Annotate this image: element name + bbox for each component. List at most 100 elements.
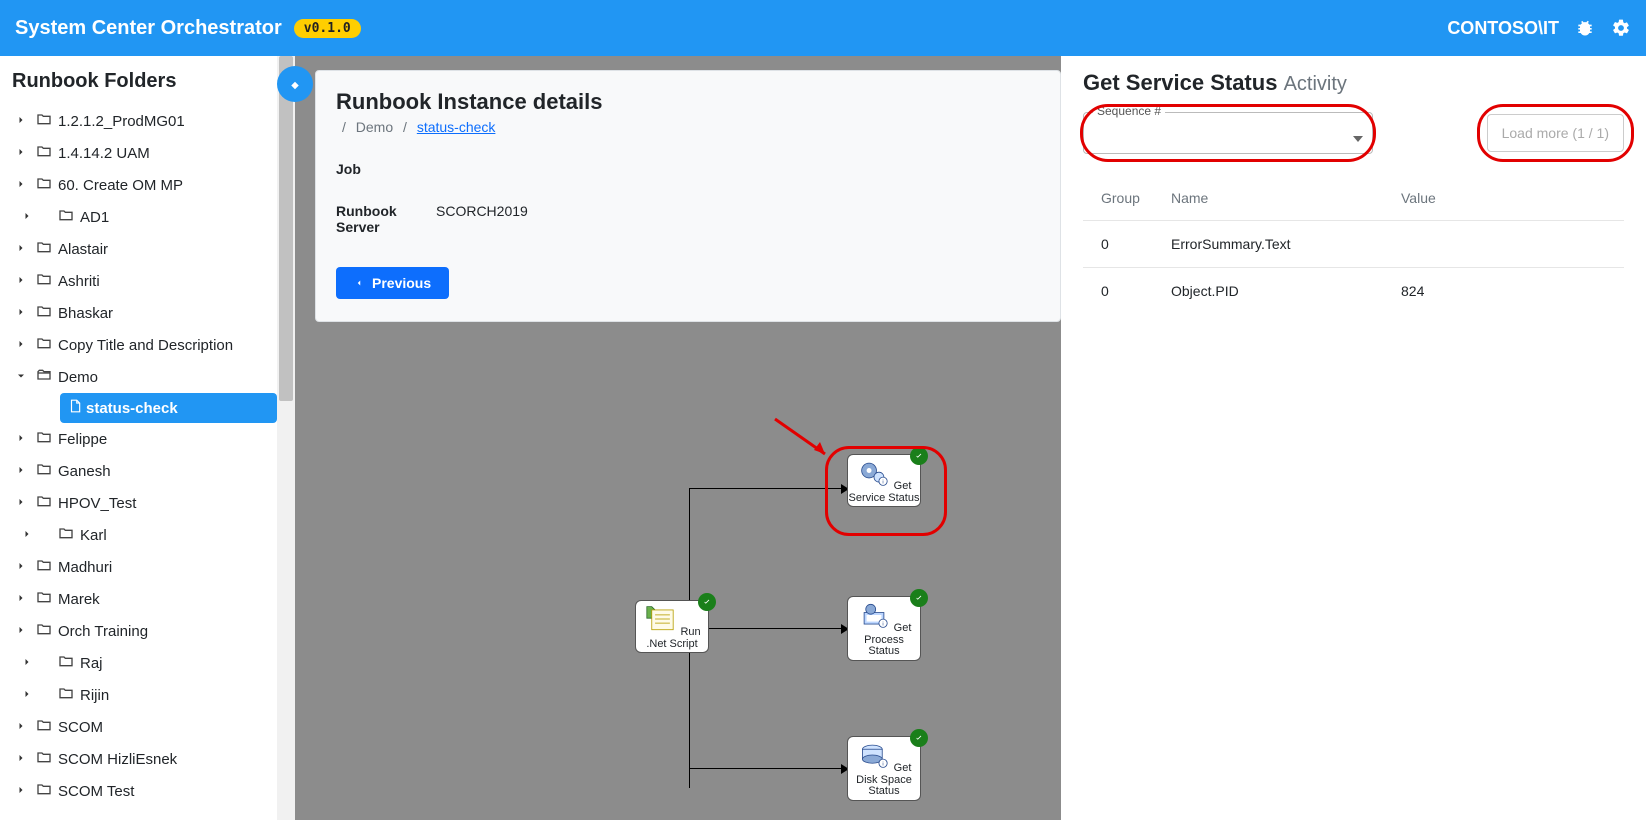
folder-icon [36,239,52,259]
folder-label: SCOM HizliEsnek [58,751,177,768]
folder-label: Ganesh [58,463,111,480]
expand-toggle[interactable] [12,145,30,162]
expand-toggle[interactable] [12,431,30,448]
folder-row[interactable]: Felippe [8,423,277,455]
folder-row[interactable]: AD1 [8,201,277,233]
sequence-select[interactable] [1083,112,1373,154]
folder-row[interactable]: 1.4.14.2 UAM [8,137,277,169]
folder-label: SCOM [58,719,103,736]
success-badge-icon [698,593,716,611]
expand-toggle[interactable] [18,209,36,226]
expand-toggle[interactable] [12,463,30,480]
node-get-service-status[interactable]: i Get Service Status [847,454,921,507]
folder-label: SCOM Test [58,783,134,800]
expand-toggle[interactable] [18,687,36,704]
folder-icon [58,653,74,673]
expand-toggle[interactable] [18,655,36,672]
folder-label: Madhuri [58,559,112,576]
col-group: Group [1083,180,1153,221]
activity-panel-title: Get Service Status Activity [1083,70,1624,96]
folder-icon [36,111,52,131]
table-row: 0Object.PID824 [1083,268,1624,315]
folder-label: Demo [58,369,98,386]
sidebar: Runbook Folders 1.2.1.2_ProdMG01 1.4.14.… [0,56,295,820]
folder-label: Ashriti [58,273,100,290]
folder-row[interactable]: SCOM [8,711,277,743]
folder-row[interactable]: Rijin [8,679,277,711]
gear-icon[interactable] [1611,18,1631,38]
expand-toggle[interactable] [12,241,30,258]
expand-toggle[interactable] [18,527,36,544]
previous-button[interactable]: Previous [336,267,449,299]
folder-icon [36,621,52,641]
runbook-server-label: Runbook Server [336,203,436,235]
folder-icon [36,461,52,481]
expand-toggle[interactable] [12,337,30,354]
expand-toggle[interactable] [12,305,30,322]
file-item-status-check[interactable]: status-check [60,393,277,423]
folder-label: AD1 [80,209,109,226]
node-run-net-script[interactable]: Run .Net Script [635,600,709,653]
expand-toggle[interactable] [12,177,30,194]
table-row: 0ErrorSummary.Text [1083,221,1624,268]
folder-row[interactable]: Ashriti [8,265,277,297]
job-label: Job [336,161,1040,177]
folder-row[interactable]: Raj [8,647,277,679]
folder-row[interactable]: Madhuri [8,551,277,583]
svg-text:i: i [882,480,883,486]
file-icon [68,398,82,418]
folder-label: HPOV_Test [58,495,136,512]
expand-toggle[interactable] [12,113,30,130]
caret-left-icon [354,278,364,288]
gears-info-icon: i [857,459,891,487]
expand-toggle[interactable] [12,559,30,576]
folder-icon [58,207,74,227]
folder-label: Raj [80,655,103,672]
col-name: Name [1153,180,1383,221]
expand-toggle[interactable] [12,751,30,768]
sidebar-toggle-fab[interactable] [277,66,313,102]
sidebar-scrollbar[interactable] [277,56,295,820]
folder-icon [36,303,52,323]
app-header: System Center Orchestrator v0.1.0 CONTOS… [0,0,1646,56]
load-more-button[interactable]: Load more (1 / 1) [1487,114,1624,152]
breadcrumb: / Demo / status-check [336,119,1040,135]
folder-row[interactable]: Alastair [8,233,277,265]
folder-label: Alastair [58,241,108,258]
expand-toggle[interactable] [12,719,30,736]
node-get-disk-space-status[interactable]: i Get Disk Space Status [847,736,921,801]
folder-row[interactable]: Karl [8,519,277,551]
crumb-parent[interactable]: Demo [356,119,393,135]
folder-row[interactable]: SCOM HizliEsnek [8,743,277,775]
expand-toggle[interactable] [12,591,30,608]
folder-icon [36,717,52,737]
sequence-field: Sequence # [1083,112,1373,154]
collapse-icon [286,75,304,93]
script-icon [643,605,677,633]
folder-row[interactable]: Marek [8,583,277,615]
folder-row[interactable]: Bhaskar [8,297,277,329]
folder-icon [58,525,74,545]
expand-toggle[interactable] [12,369,30,386]
folder-row[interactable]: HPOV_Test [8,487,277,519]
folder-row[interactable]: SCOM Test [8,775,277,807]
expand-toggle[interactable] [12,623,30,640]
folder-row[interactable]: Copy Title and Description [8,329,277,361]
folder-row[interactable]: Demo [8,361,277,393]
expand-toggle[interactable] [12,495,30,512]
activity-panel: Get Service Status Activity Sequence # L… [1061,56,1646,820]
details-card: Runbook Instance details / Demo / status… [315,70,1061,322]
folder-row[interactable]: Orch Training [8,615,277,647]
success-badge-icon [910,729,928,747]
runbook-diagram[interactable]: Run .Net Script i Get Service Status [295,396,1061,820]
folder-row[interactable]: 1.2.1.2_ProdMG01 [8,105,277,137]
folder-row[interactable]: Ganesh [8,455,277,487]
col-value: Value [1383,180,1624,221]
crumb-current[interactable]: status-check [417,119,496,135]
node-get-process-status[interactable]: i Get Process Status [847,596,921,661]
expand-toggle[interactable] [12,273,30,290]
bug-icon[interactable] [1575,18,1595,38]
expand-toggle[interactable] [12,783,30,800]
folder-row[interactable]: 60. Create OM MP [8,169,277,201]
user-identity: CONTOSO\IT [1447,18,1559,39]
